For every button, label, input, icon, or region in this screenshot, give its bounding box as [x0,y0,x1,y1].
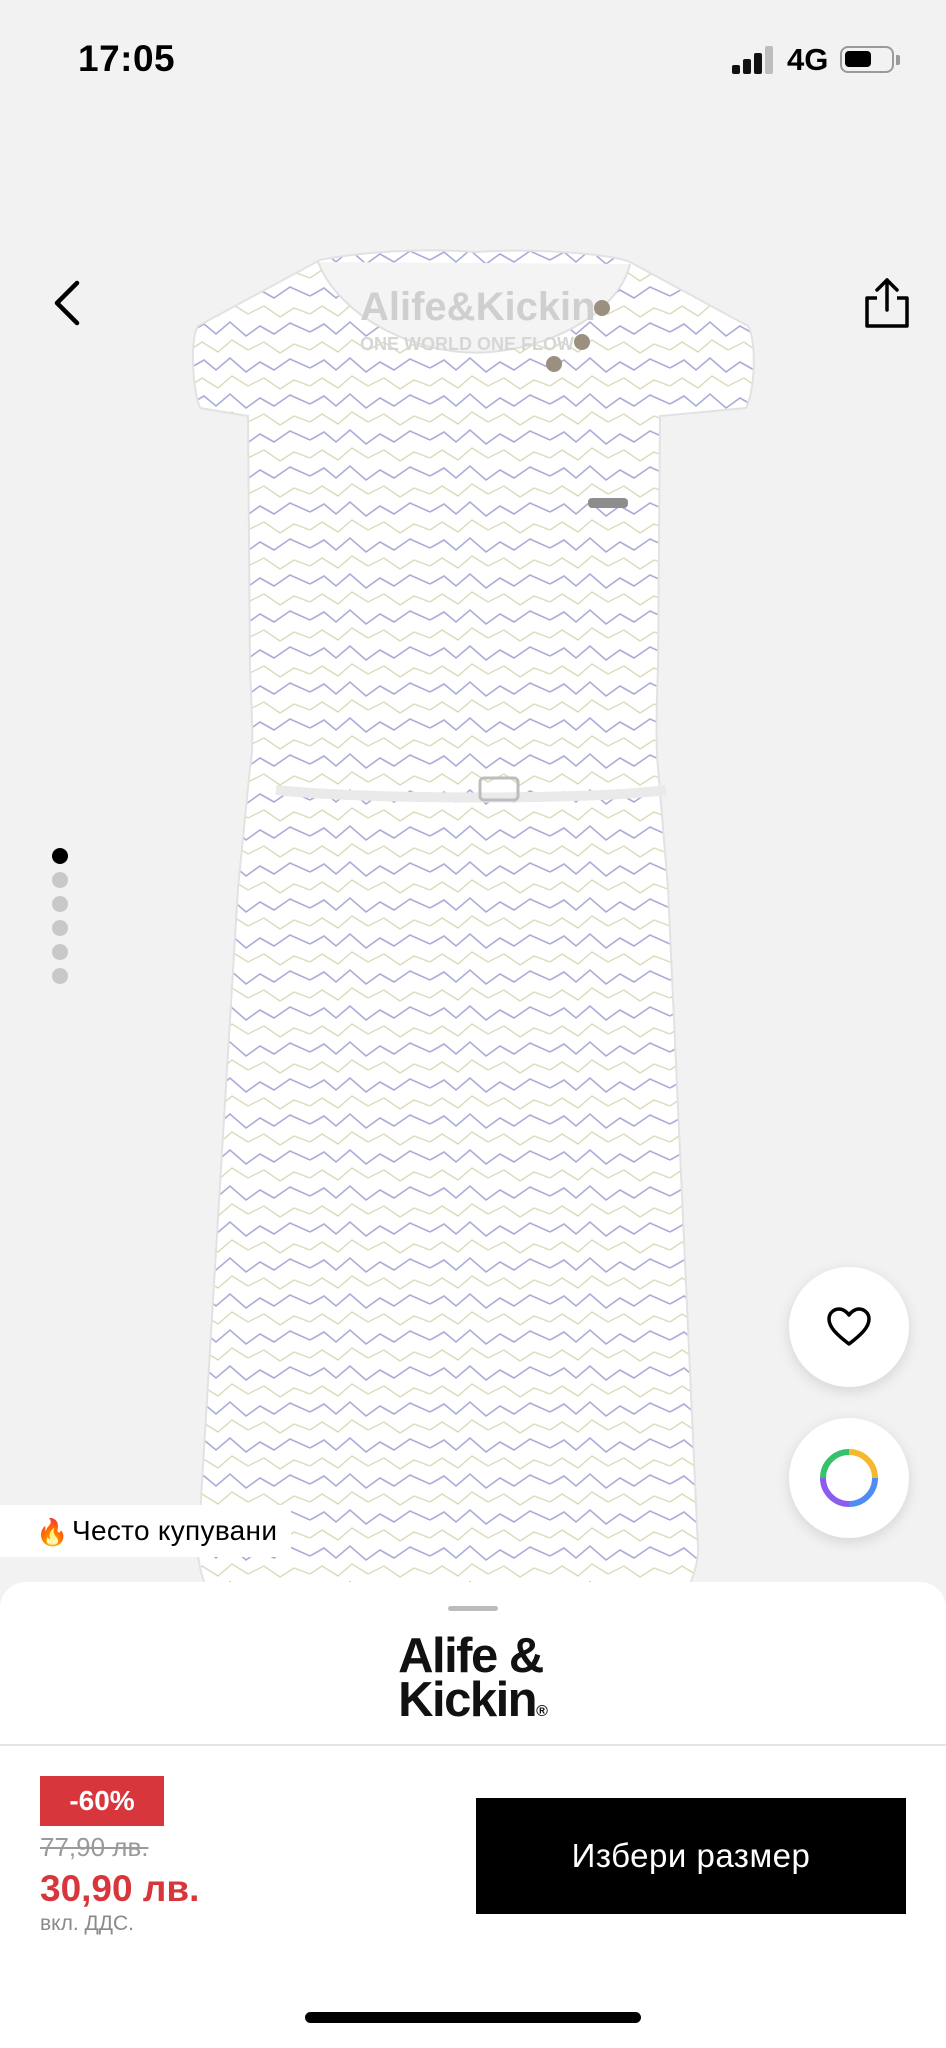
pagination-dot[interactable] [52,872,68,888]
brand-registered-mark: ® [536,1703,548,1720]
status-bar: 17:05 4G [0,0,946,118]
chevron-left-icon [54,280,80,326]
favorite-button[interactable] [789,1267,909,1387]
share-icon [865,278,909,328]
discount-badge: -60% [40,1776,164,1826]
pagination-dot[interactable] [52,920,68,936]
battery-icon [840,46,894,73]
sale-price: 30,90 лв. [40,1868,200,1909]
signal-icon [732,44,776,74]
fire-icon: 🔥 [36,1517,69,1547]
pagination-dot[interactable] [52,944,68,960]
image-brand-print: Alife&Kickin [360,285,596,329]
image-brand-print-tagline: ONE WORLD ONE FLOW [360,334,574,354]
heart-icon [827,1307,871,1346]
pagination-dot[interactable] [52,968,68,984]
status-time: 17:05 [78,38,176,79]
pagination-dot-active[interactable] [52,848,68,864]
product-image[interactable]: Alife&Kickin ONE WORLD ONE FLOW [190,248,760,1668]
old-price: 77,90 лв. [40,1832,149,1862]
home-indicator[interactable] [305,2012,641,2023]
pagination-dot[interactable] [52,896,68,912]
color-wheel-icon [820,1449,878,1507]
gallery-pagination [52,848,70,992]
divider [0,1744,946,1746]
vat-note: вкл. ДДС. [40,1912,134,1935]
brand-name-line2: Kickin [398,1673,538,1727]
back-button[interactable] [34,268,104,338]
share-button[interactable] [852,268,922,338]
color-options-button[interactable] [789,1418,909,1538]
select-size-button[interactable]: Избери размер [476,1798,906,1914]
sheet-drag-handle[interactable] [448,1606,498,1611]
brand-logo[interactable]: Alife & Kickin® [0,1629,946,1734]
brand-name-line1: Alife & [398,1629,544,1683]
product-info-sheet: Alife & Kickin® -60% 77,90 лв. 30,90 лв.… [0,1582,946,2048]
network-label: 4G [787,42,829,77]
battery-tip [896,55,900,65]
often-bought-badge: 🔥 Често купувани [0,1505,292,1557]
often-bought-label: Често купувани [72,1515,278,1546]
